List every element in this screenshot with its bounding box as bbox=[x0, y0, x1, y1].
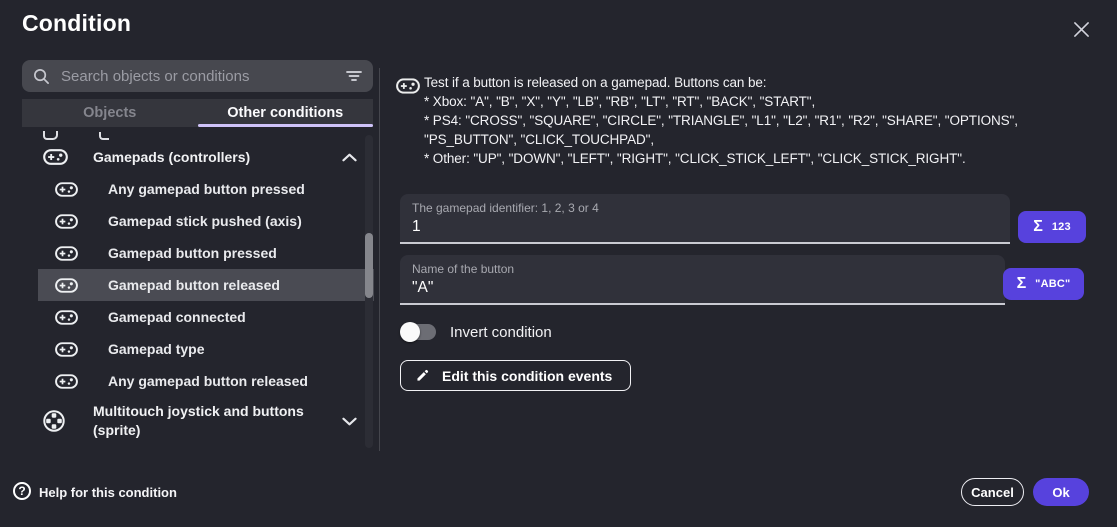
list-item-partial[interactable] bbox=[99, 132, 109, 140]
condition-item-gamepad-type[interactable]: Gamepad type bbox=[38, 333, 374, 365]
help-link[interactable]: Help for this condition bbox=[39, 485, 177, 500]
description-line: * Other: "UP", "DOWN", "LEFT", "RIGHT", … bbox=[424, 149, 1018, 168]
gamepad-icon bbox=[55, 278, 108, 293]
close-icon bbox=[1073, 21, 1090, 38]
field-label: The gamepad identifier: 1, 2, 3 or 4 bbox=[412, 201, 998, 215]
invert-condition-toggle[interactable] bbox=[400, 322, 437, 342]
condition-item-gamepad-connected[interactable]: Gamepad connected bbox=[38, 301, 374, 333]
condition-dialog: Condition Objects Other conditions Gamep… bbox=[0, 0, 1117, 527]
cancel-button[interactable]: Cancel bbox=[961, 478, 1024, 506]
active-tab-underline bbox=[198, 124, 374, 127]
multitouch-dpad-icon bbox=[43, 410, 93, 432]
gamepad-icon bbox=[396, 78, 420, 94]
condition-item-any-gamepad-button-pressed[interactable]: Any gamepad button pressed bbox=[38, 173, 374, 205]
gamepad-icon bbox=[55, 342, 108, 357]
field-label: Name of the button bbox=[412, 262, 993, 276]
list-item-partial[interactable] bbox=[43, 131, 58, 140]
description-line: * Xbox: "A", "B", "X", "Y", "LB", "RB", … bbox=[424, 92, 1018, 111]
search-input[interactable] bbox=[59, 67, 337, 86]
condition-description: Test if a button is released on a gamepa… bbox=[424, 73, 1018, 168]
description-line: Test if a button is released on a gamepa… bbox=[424, 73, 1018, 92]
tab-objects[interactable]: Objects bbox=[22, 99, 198, 127]
search-icon bbox=[33, 68, 50, 85]
gamepad-identifier-input[interactable] bbox=[412, 218, 998, 236]
description-line: * PS4: "CROSS", "SQUARE", "CIRCLE", "TRI… bbox=[424, 111, 1018, 130]
gamepad-icon bbox=[55, 182, 108, 197]
pencil-icon bbox=[415, 368, 430, 383]
condition-item-gamepad-button-released[interactable]: Gamepad button released bbox=[38, 269, 374, 301]
gamepad-identifier-field: The gamepad identifier: 1, 2, 3 or 4 bbox=[400, 194, 1010, 244]
gamepad-icon bbox=[43, 149, 93, 165]
sidebar-scrollbar-thumb[interactable] bbox=[365, 233, 373, 298]
toggle-knob bbox=[400, 322, 420, 342]
chevron-down-icon[interactable] bbox=[342, 417, 357, 426]
dialog-title: Condition bbox=[22, 10, 131, 37]
panel-divider bbox=[379, 68, 380, 451]
gamepad-icon bbox=[55, 374, 108, 389]
condition-item-gamepad-stick-pushed[interactable]: Gamepad stick pushed (axis) bbox=[38, 205, 374, 237]
expression-editor-button-string[interactable]: Σ "ABC" bbox=[1003, 268, 1084, 300]
expression-editor-button-number[interactable]: Σ 123 bbox=[1018, 211, 1086, 243]
sidebar-tabs: Objects Other conditions bbox=[22, 99, 373, 127]
gamepad-icon bbox=[55, 246, 108, 261]
tab-other-conditions[interactable]: Other conditions bbox=[198, 99, 374, 127]
condition-item-gamepad-button-pressed[interactable]: Gamepad button pressed bbox=[38, 237, 374, 269]
gamepad-icon bbox=[55, 310, 108, 325]
condition-item-any-gamepad-button-released[interactable]: Any gamepad button released bbox=[38, 365, 374, 397]
gamepad-icon bbox=[55, 214, 108, 229]
button-name-input[interactable] bbox=[412, 279, 993, 297]
sigma-icon: Σ bbox=[1017, 275, 1027, 293]
sigma-icon: Σ bbox=[1033, 218, 1043, 236]
category-multitouch-joystick[interactable]: Multitouch joystick and buttons (sprite) bbox=[38, 397, 374, 445]
filter-icon[interactable] bbox=[346, 70, 362, 82]
help-icon[interactable]: ? bbox=[13, 482, 31, 500]
invert-condition-label: Invert condition bbox=[450, 324, 552, 341]
description-line: "PS_BUTTON", "CLICK_TOUCHPAD", bbox=[424, 130, 1018, 149]
button-name-field: Name of the button bbox=[400, 255, 1005, 305]
search-bar bbox=[22, 60, 373, 92]
chevron-up-icon[interactable] bbox=[342, 153, 357, 162]
category-gamepads[interactable]: Gamepads (controllers) bbox=[38, 141, 374, 173]
close-button[interactable] bbox=[1066, 14, 1096, 44]
ok-button[interactable]: Ok bbox=[1033, 478, 1089, 506]
edit-condition-events-button[interactable]: Edit this condition events bbox=[400, 360, 631, 391]
condition-list: Gamepads (controllers) Any gamepad butto… bbox=[0, 128, 376, 455]
